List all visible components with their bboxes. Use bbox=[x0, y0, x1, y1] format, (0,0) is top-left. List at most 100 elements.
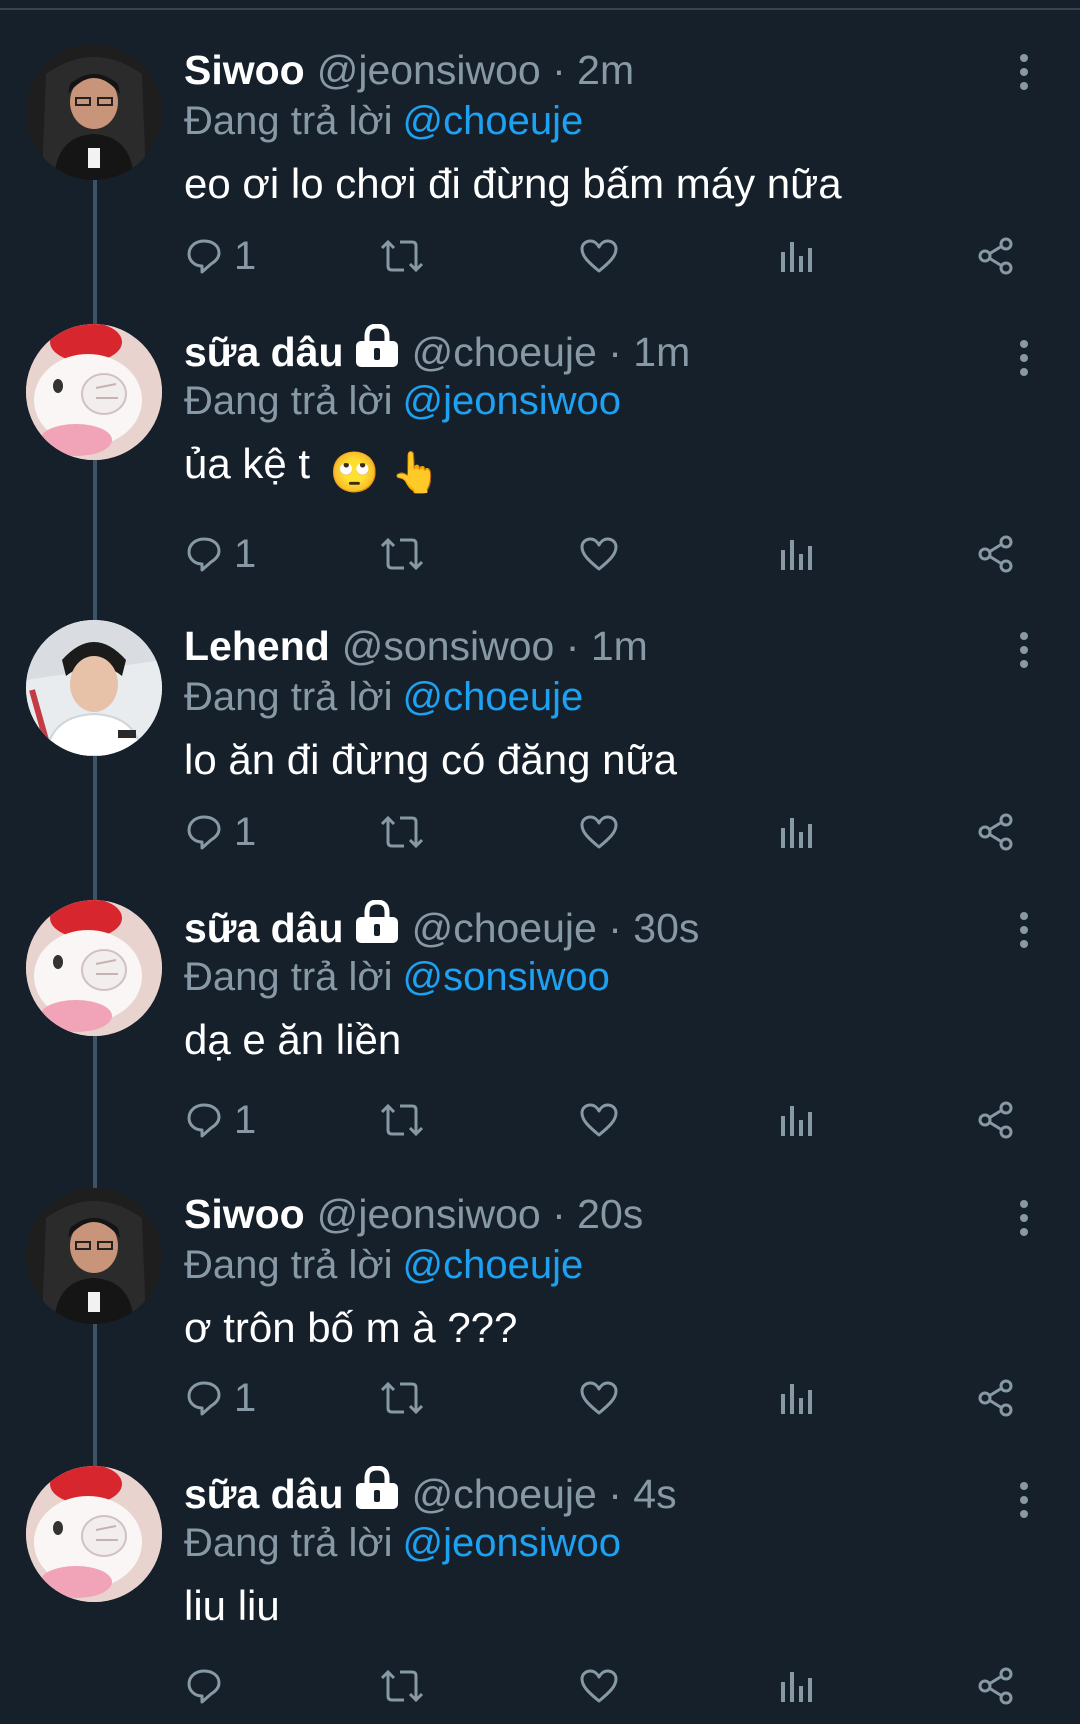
share-button[interactable] bbox=[976, 1092, 1016, 1148]
retweet-button[interactable] bbox=[378, 804, 426, 860]
like-button[interactable] bbox=[578, 804, 620, 860]
reply-button[interactable]: 1 bbox=[184, 804, 256, 860]
like-button[interactable] bbox=[578, 1092, 620, 1148]
replying-to: Đang trả lời @jeonsiwoo bbox=[184, 376, 1024, 426]
reply-button[interactable]: 1 bbox=[184, 228, 256, 284]
retweet-button[interactable] bbox=[378, 1370, 426, 1426]
more-options-button[interactable] bbox=[1016, 912, 1032, 952]
user-handle[interactable]: @choeuje bbox=[412, 1471, 597, 1517]
avatar[interactable] bbox=[26, 1466, 162, 1602]
display-name[interactable]: sữa dâu bbox=[184, 905, 344, 951]
tweet-text: liu liu bbox=[184, 1582, 280, 1629]
reply-mention-link[interactable]: @jeonsiwoo bbox=[403, 1521, 622, 1565]
reply-button[interactable]: 1 bbox=[184, 526, 256, 582]
more-options-button[interactable] bbox=[1016, 340, 1032, 380]
heart-icon bbox=[580, 239, 618, 273]
user-handle[interactable]: @jeonsiwoo bbox=[317, 47, 541, 93]
share-button[interactable] bbox=[976, 1658, 1016, 1714]
avatar[interactable] bbox=[26, 44, 162, 180]
tweet-text: ơ trôn bố m à ??? bbox=[184, 1304, 518, 1351]
share-icon bbox=[978, 535, 1013, 573]
reply-button[interactable]: 1 bbox=[184, 1370, 256, 1426]
display-name[interactable]: Siwoo bbox=[184, 1191, 305, 1237]
reply-thread: Siwoo @jeonsiwoo · 2m Đang trả lời @choeuj… bbox=[0, 0, 1080, 1724]
reply-count: 1 bbox=[234, 1097, 257, 1142]
replying-to-label: Đang trả lời bbox=[184, 955, 393, 999]
reply-mention-link[interactable]: @choeuje bbox=[403, 1243, 584, 1287]
heart-icon bbox=[580, 537, 618, 571]
reply-icon bbox=[187, 815, 221, 850]
avatar[interactable] bbox=[26, 1188, 162, 1324]
reply-button[interactable]: 1 bbox=[184, 1092, 256, 1148]
avatar[interactable] bbox=[26, 900, 162, 1036]
more-options-button[interactable] bbox=[1016, 1482, 1032, 1522]
retweet-button[interactable] bbox=[378, 1658, 426, 1714]
analytics-icon bbox=[781, 1672, 812, 1702]
retweet-icon bbox=[380, 537, 424, 571]
replying-to: Đang trả lời @sonsiwoo bbox=[184, 952, 1024, 1002]
timestamp[interactable]: 2m bbox=[577, 47, 634, 93]
tweet-text: dạ e ăn liền bbox=[184, 1016, 402, 1063]
analytics-button[interactable] bbox=[778, 1658, 814, 1714]
user-handle[interactable]: @choeuje bbox=[412, 329, 597, 375]
user-handle[interactable]: @choeuje bbox=[412, 905, 597, 951]
analytics-icon bbox=[781, 540, 812, 570]
replying-to: Đang trả lời @choeuje bbox=[184, 96, 1024, 146]
reply-mention-link[interactable]: @jeonsiwoo bbox=[403, 379, 622, 423]
more-options-button[interactable] bbox=[1016, 632, 1032, 672]
user-handle[interactable]: @jeonsiwoo bbox=[317, 1191, 541, 1237]
display-name[interactable]: sữa dâu bbox=[184, 329, 344, 375]
more-options-button[interactable] bbox=[1016, 1200, 1032, 1240]
retweet-button[interactable] bbox=[378, 1092, 426, 1148]
share-icon bbox=[978, 237, 1013, 275]
analytics-button[interactable] bbox=[778, 228, 814, 284]
reply-mention-link[interactable]: @choeuje bbox=[403, 675, 584, 719]
share-button[interactable] bbox=[976, 804, 1016, 860]
share-button[interactable] bbox=[976, 1370, 1016, 1426]
thread-connector bbox=[93, 460, 97, 620]
tweet-actions: 1 bbox=[184, 228, 1044, 284]
retweet-button[interactable] bbox=[378, 228, 426, 284]
timestamp[interactable]: 1m bbox=[633, 329, 690, 375]
timestamp[interactable]: 20s bbox=[577, 1191, 643, 1237]
retweet-icon bbox=[380, 1103, 424, 1137]
replying-to-label: Đang trả lời bbox=[184, 1243, 393, 1287]
reply-count: 1 bbox=[234, 809, 257, 854]
tweet-actions: 1 bbox=[184, 526, 1044, 582]
user-handle[interactable]: @sonsiwoo bbox=[342, 623, 555, 669]
share-button[interactable] bbox=[976, 228, 1016, 284]
thread-connector bbox=[93, 176, 97, 324]
reply-mention-link[interactable]: @choeuje bbox=[403, 99, 584, 143]
reply-icon bbox=[187, 1669, 221, 1704]
timestamp[interactable]: 4s bbox=[633, 1471, 676, 1517]
analytics-button[interactable] bbox=[778, 1370, 814, 1426]
like-button[interactable] bbox=[578, 228, 620, 284]
heart-icon bbox=[580, 1669, 618, 1703]
like-button[interactable] bbox=[578, 526, 620, 582]
timestamp[interactable]: 30s bbox=[633, 905, 699, 951]
avatar[interactable] bbox=[26, 620, 162, 756]
analytics-button[interactable] bbox=[778, 804, 814, 860]
timestamp[interactable]: 1m bbox=[591, 623, 648, 669]
display-name[interactable]: Lehend bbox=[184, 623, 330, 669]
share-button[interactable] bbox=[976, 526, 1016, 582]
analytics-button[interactable] bbox=[778, 1092, 814, 1148]
tweet-actions: 1 bbox=[184, 804, 1044, 860]
heart-icon bbox=[580, 1103, 618, 1137]
reply-icon bbox=[187, 239, 221, 274]
separator-dot: · bbox=[552, 1191, 566, 1237]
display-name[interactable]: Siwoo bbox=[184, 47, 305, 93]
more-options-button[interactable] bbox=[1016, 54, 1032, 94]
retweet-button[interactable] bbox=[378, 526, 426, 582]
like-button[interactable] bbox=[578, 1370, 620, 1426]
reply-mention-link[interactable]: @sonsiwoo bbox=[403, 955, 610, 999]
display-name[interactable]: sữa dâu bbox=[184, 1471, 344, 1517]
replying-to: Đang trả lời @jeonsiwoo bbox=[184, 1518, 1024, 1568]
analytics-button[interactable] bbox=[778, 526, 814, 582]
analytics-icon bbox=[781, 818, 812, 848]
separator-dot: · bbox=[565, 623, 580, 669]
avatar[interactable] bbox=[26, 324, 162, 460]
replying-to: Đang trả lời @choeuje bbox=[184, 1240, 1024, 1290]
reply-button[interactable] bbox=[184, 1658, 234, 1714]
like-button[interactable] bbox=[578, 1658, 620, 1714]
